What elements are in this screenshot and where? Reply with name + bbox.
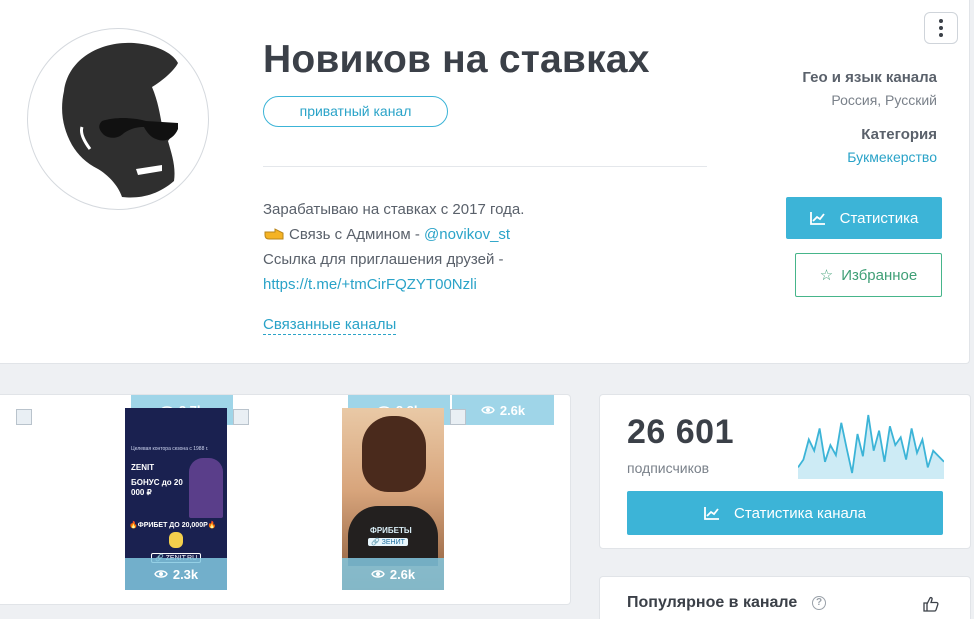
channel-avatar: [27, 28, 209, 210]
divider: [263, 166, 707, 167]
channel-title: Новиков на ставках: [263, 38, 650, 81]
geo-heading: Гео и язык канала: [802, 69, 937, 86]
subscribers-label: подписчиков: [627, 460, 710, 476]
post-views: 2.6k: [499, 402, 526, 418]
popular-card: Популярное в канале ?: [599, 576, 971, 619]
description-line: Зарабатываю на ставках с 2017 года.: [263, 201, 525, 218]
post-thumbnail: ФРИБЕТЫ 🔗 ЗЕНИТ 2.6k: [342, 408, 444, 590]
channel-description: Зарабатываю на ставках с 2017 года. Связ…: [263, 197, 524, 297]
admin-link[interactable]: @novikov_st: [424, 226, 510, 243]
broken-image-icon: [233, 409, 249, 425]
favorite-button-label: Избранное: [841, 266, 918, 284]
thumb-caption: Целевая контора сезона с 1988 г.: [131, 446, 209, 452]
thumb-views-badge: 2.6k: [342, 558, 444, 590]
related-channels-link[interactable]: Связанные каналы: [263, 316, 397, 335]
chart-line-icon: [809, 212, 825, 225]
channel-statistics-label: Статистика канала: [734, 504, 866, 522]
statistics-button[interactable]: Статистика: [786, 197, 942, 239]
player-photo: [189, 458, 223, 518]
bearded-man-logo: [62, 42, 178, 198]
face-photo: [362, 416, 426, 492]
privacy-badge: приватный канал: [263, 96, 448, 127]
kebab-menu-button[interactable]: [924, 12, 958, 44]
pointing-hand-icon: [264, 228, 284, 240]
broken-image-icon: [450, 409, 466, 425]
eye-icon: [481, 406, 495, 414]
thumbs-up-icon[interactable]: [923, 596, 939, 612]
thumb-brand: ZENIT: [131, 463, 155, 472]
category-heading: Категория: [861, 126, 937, 143]
category-link[interactable]: Букмекерство: [847, 149, 937, 165]
shoulders: [348, 506, 438, 566]
description-line: Ссылка для приглашения друзей -: [263, 251, 504, 268]
description-line: Связь с Админом - @novikov_st: [263, 222, 524, 247]
invite-link[interactable]: https://t.me/+tmCirFQZYT00Nzli: [263, 276, 477, 293]
thumb-tag: 🔗 ЗЕНИТ: [368, 538, 408, 546]
broken-image-icon: [16, 409, 32, 425]
popular-title: Популярное в канале: [627, 594, 798, 611]
subscribers-count: 26 601: [627, 413, 734, 451]
description-line: https://t.me/+tmCirFQZYT00Nzli: [263, 272, 524, 297]
subscribers-card: 26 601 подписчиков Статистика канала: [599, 394, 971, 549]
thumb-views: 2.3k: [172, 566, 199, 582]
channel-card: Новиков на ставках приватный канал Зараб…: [0, 0, 970, 364]
kebab-menu-icon: [939, 19, 943, 23]
statistics-button-label: Статистика: [839, 209, 919, 227]
thumb-views: 2.6k: [389, 566, 416, 582]
star-icon: ☆: [819, 267, 834, 284]
thumb-promo: БОНУС до 20 000 ₽: [131, 478, 183, 497]
post-item[interactable]: 2.2k ФРИБЕТЫ 🔗 ЗЕНИТ 2.6k: [233, 395, 450, 606]
eye-icon: [371, 570, 385, 578]
favorite-button[interactable]: ☆ Избранное: [795, 253, 942, 297]
channel-statistics-button[interactable]: Статистика канала: [627, 491, 943, 535]
post-thumbnail: Целевая контора сезона с 1988 г. ZENIT Б…: [125, 408, 227, 590]
chart-line-icon: [704, 507, 720, 520]
thumb-caption: ФРИБЕТЫ: [370, 526, 412, 535]
eye-icon: [154, 570, 168, 578]
subscribers-sparkline: [798, 414, 944, 479]
thumb-views-badge: 2.3k: [125, 558, 227, 590]
pointing-emoji: [169, 532, 183, 548]
description-text: Связь с Админом -: [289, 226, 424, 243]
geo-value: Россия, Русский: [831, 92, 937, 108]
help-icon[interactable]: ?: [812, 596, 826, 610]
posts-strip: 2.7k Целевая контора сезона с 1988 г. ZE…: [0, 394, 571, 605]
sparkline-area: [798, 415, 944, 479]
thumb-freebet: 🔥ФРИБЕТ ДО 20,000Р🔥: [129, 522, 217, 529]
post-views-badge: 2.6k: [452, 395, 554, 425]
post-item[interactable]: 2.6k: [450, 395, 554, 606]
post-item[interactable]: 2.7k Целевая контора сезона с 1988 г. ZE…: [16, 395, 233, 606]
